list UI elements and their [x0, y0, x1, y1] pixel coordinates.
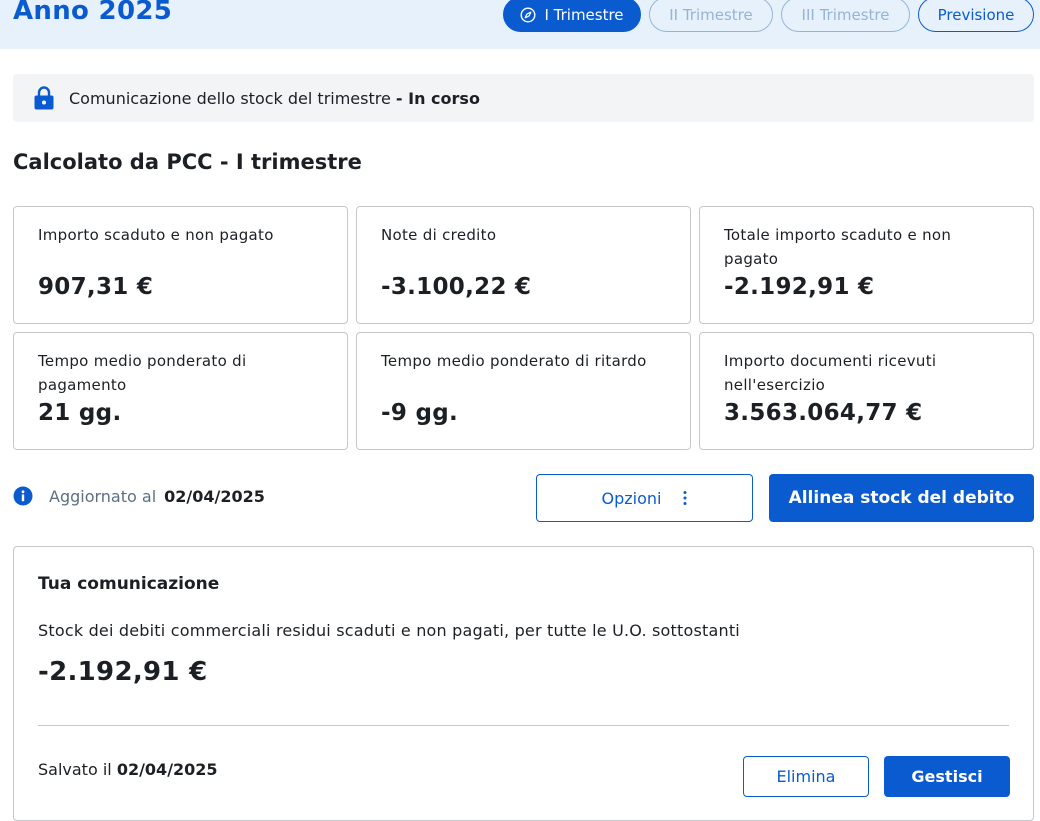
card-note-credito: Note di credito -3.100,22 € [356, 206, 691, 324]
info-icon [13, 486, 33, 506]
status-text: Comunicazione dello stock del trimestre [69, 88, 391, 108]
updated-date: 02/04/2025 [164, 486, 265, 506]
tab-label: II Trimestre [669, 5, 753, 24]
card-label: Tempo medio ponderato di ritardo [381, 352, 647, 370]
card-label: Tempo medio ponderato di pagamento [38, 352, 247, 394]
options-label: Opzioni [601, 488, 662, 508]
communication-title: Tua comunicazione [38, 574, 220, 594]
saved-label: Salvato il [38, 760, 112, 779]
align-stock-button[interactable]: Allinea stock del debito [769, 474, 1034, 522]
options-button[interactable]: Opzioni [536, 474, 753, 522]
card-label: Note di credito [381, 226, 497, 244]
card-value: 907,31 € [38, 274, 154, 300]
page-header: Anno 2025 I Trimestre II Trimestre III T… [0, 0, 1040, 49]
tab-ii-trimestre[interactable]: II Trimestre [649, 0, 773, 32]
updated-label: Aggiornato al [49, 486, 157, 506]
status-state: - In corso [395, 88, 480, 108]
tab-iii-trimestre[interactable]: III Trimestre [781, 0, 910, 32]
saved-date: 02/04/2025 [116, 760, 218, 779]
card-label: Importo scaduto e non pagato [38, 226, 274, 244]
delete-button[interactable]: Elimina [743, 756, 869, 797]
tab-i-trimestre[interactable]: I Trimestre [503, 0, 641, 32]
card-label: Totale importo scaduto e non pagato [724, 226, 952, 268]
tab-label: Previsione [937, 5, 1015, 24]
tab-previsione[interactable]: Previsione [918, 0, 1034, 32]
card-importo-documenti: Importo documenti ricevuti nell'esercizi… [699, 332, 1034, 450]
lock-icon [34, 86, 54, 110]
communication-card: Tua comunicazione Stock dei debiti comme… [13, 546, 1034, 821]
card-tempo-ritardo: Tempo medio ponderato di ritardo -9 gg. [356, 332, 691, 450]
section-title: Calcolato da PCC - I trimestre [13, 150, 362, 174]
communication-description: Stock dei debiti commerciali residui sca… [38, 621, 740, 640]
saved-info: Salvato il 02/04/2025 [38, 760, 218, 779]
status-banner: Comunicazione dello stock del trimestre … [13, 74, 1034, 122]
card-value: -3.100,22 € [381, 274, 532, 300]
tab-label: III Trimestre [801, 5, 890, 24]
card-importo-scaduto: Importo scaduto e non pagato 907,31 € [13, 206, 348, 324]
card-value: -9 gg. [381, 400, 459, 426]
compass-icon [520, 6, 536, 23]
card-value: 3.563.064,77 € [724, 400, 923, 426]
divider [38, 725, 1009, 726]
more-vertical-icon [683, 491, 687, 505]
communication-value: -2.192,91 € [38, 657, 208, 687]
year-title: Anno 2025 [13, 0, 173, 26]
last-updated: Aggiornato al 02/04/2025 [13, 486, 265, 506]
card-totale-importo: Totale importo scaduto e non pagato -2.1… [699, 206, 1034, 324]
card-label: Importo documenti ricevuti nell'esercizi… [724, 352, 937, 394]
tab-label: I Trimestre [544, 5, 624, 24]
manage-button[interactable]: Gestisci [884, 756, 1010, 797]
card-tempo-pagamento: Tempo medio ponderato di pagamento 21 gg… [13, 332, 348, 450]
card-value: 21 gg. [38, 400, 122, 426]
card-value: -2.192,91 € [724, 274, 875, 300]
